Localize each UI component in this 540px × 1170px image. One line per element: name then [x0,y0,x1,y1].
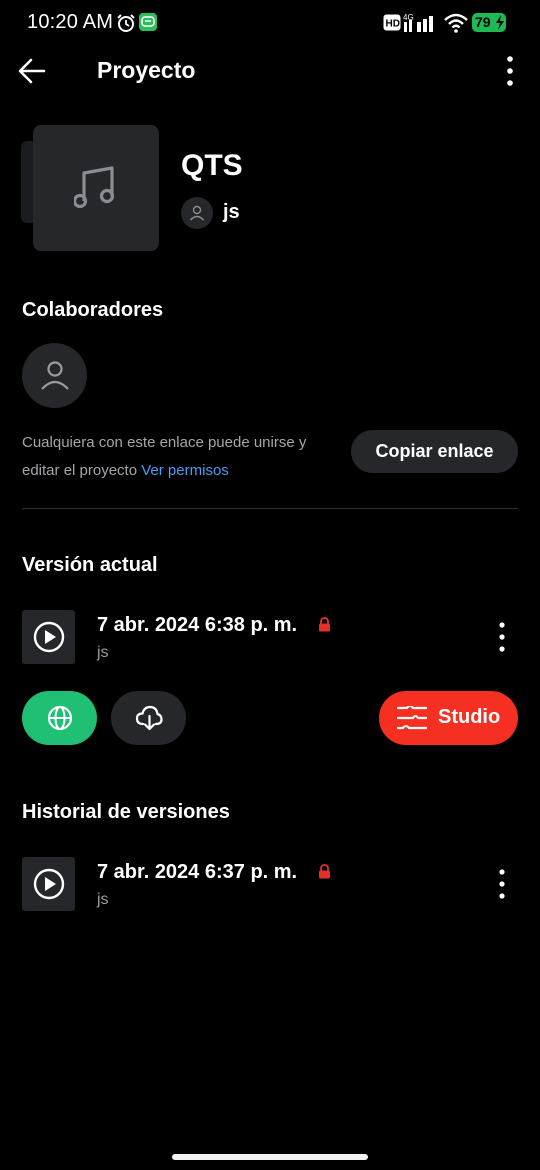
studio-icon [397,706,427,730]
history-version-more-button[interactable] [492,867,512,901]
page-title: Proyecto [97,57,196,83]
project-title: QTS [181,149,243,182]
music-note-icon [74,166,115,209]
more-vertical-icon [499,869,505,899]
current-version-date: 7 abr. 2024 6:38 p. m. [97,614,298,636]
user-icon [41,361,69,390]
version-history-heading: Historial de versiones [22,801,230,823]
collaborators-heading: Colaboradores [22,299,164,321]
project-cover[interactable] [33,125,159,251]
battery-level: 79 [475,14,491,30]
play-icon [33,621,65,653]
battery-icon: 79 [472,13,508,32]
owner-avatar [181,197,213,229]
open-in-studio-button[interactable]: Studio [379,691,518,745]
history-version-play-button[interactable] [22,857,75,911]
hd-icon: HD [383,14,401,36]
collaborator-avatar[interactable] [22,343,87,408]
download-button[interactable] [111,691,186,745]
wifi-icon [444,13,468,38]
home-indicator[interactable] [172,1154,368,1160]
globe-icon [47,705,73,731]
copy-link-button[interactable]: Copiar enlace [351,430,518,473]
svg-text:HD: HD [386,19,400,30]
user-icon [189,205,205,221]
divider [22,508,518,509]
more-vertical-icon [507,56,513,86]
more-options-button[interactable] [498,54,522,88]
lock-icon [319,864,330,879]
view-permissions-link[interactable]: Ver permisos [141,462,229,479]
publish-button[interactable] [22,691,97,745]
current-version-more-button[interactable] [492,620,512,654]
status-time: 10:20 AM [27,11,114,33]
current-version-heading: Versión actual [22,554,158,576]
back-button[interactable] [16,56,50,86]
history-version-author: js [97,891,109,908]
message-icon [139,13,157,36]
history-version-date: 7 abr. 2024 6:37 p. m. [97,861,298,883]
back-arrow-icon [18,58,46,84]
studio-label: Studio [438,706,501,728]
share-description: Cualquiera con este enlace puede unirse … [22,429,342,485]
alarm-icon [116,13,136,38]
lock-icon [319,617,330,632]
status-bar: 10:20 AM HD 4G 79 [0,0,540,46]
play-icon [33,868,65,900]
current-version-author: js [97,644,109,661]
current-version-play-button[interactable] [22,610,75,664]
network-label: 4G [403,13,414,22]
cloud-download-icon [135,705,163,731]
owner-name: js [223,201,240,223]
more-vertical-icon [499,622,505,652]
signal-icon: 4G [403,12,439,38]
